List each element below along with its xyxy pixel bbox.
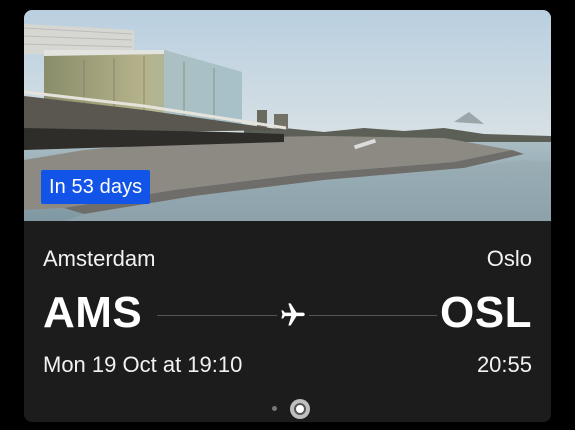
departure-time: Mon 19 Oct at 19:10 [43,352,243,377]
pager-dot[interactable] [272,406,277,411]
days-until-badge: In 53 days [41,170,151,204]
destination-photo: In 53 days [24,10,551,221]
airplane-icon [277,299,309,331]
destination-city: Oslo [486,246,532,271]
origin-code: AMS [43,288,143,337]
origin-city: Amsterdam [43,246,156,271]
pager [24,398,551,422]
trip-card[interactable]: In 53 days Amsterdam Oslo AMS OSL Mon 19… [24,10,551,422]
pager-dot-active[interactable] [290,399,310,419]
flight-summary: Amsterdam Oslo AMS OSL Mon 19 Oct at 19:… [24,221,551,422]
arrival-time: 20:55 [476,352,532,377]
destination-code: OSL [440,288,532,337]
